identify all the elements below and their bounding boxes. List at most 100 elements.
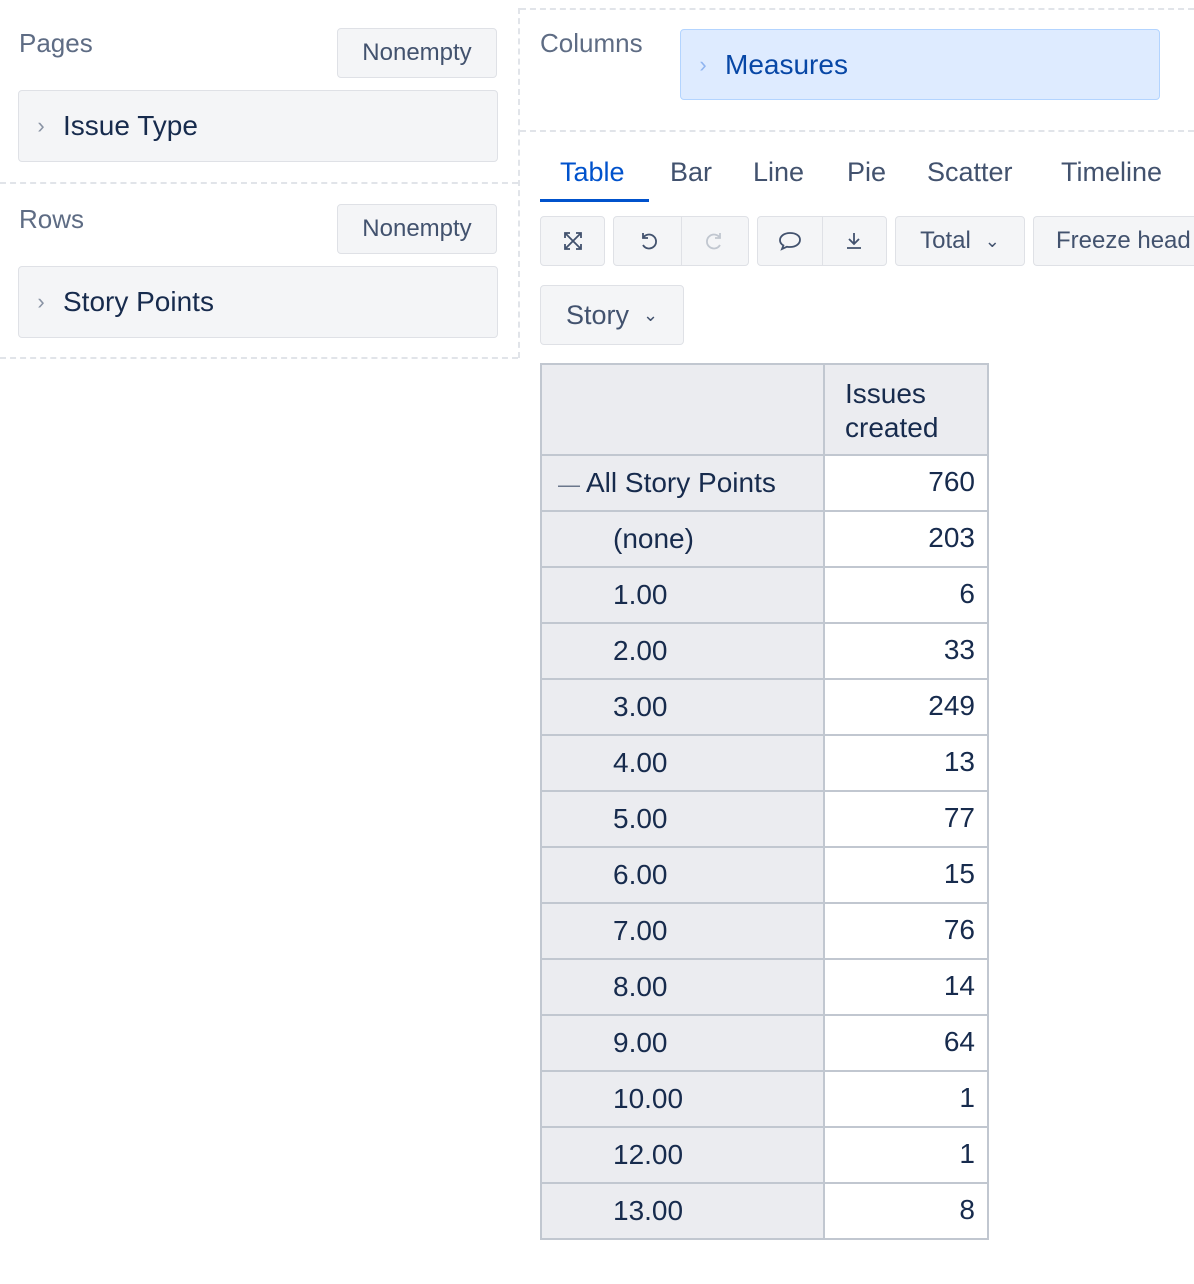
row-header[interactable]: 10.00 (540, 1070, 825, 1128)
row-label: 5.00 (613, 803, 668, 834)
column-header-issues-created[interactable]: Issues created (823, 363, 989, 456)
row-header[interactable]: 12.00 (540, 1126, 825, 1184)
freeze-header-button[interactable]: Freeze head (1033, 216, 1194, 266)
dimension-label: Story Points (63, 286, 214, 317)
total-label: Total (920, 227, 971, 254)
chevron-right-icon: › (37, 289, 45, 314)
table-row: 6.00 15 (540, 846, 989, 904)
row-header[interactable]: 3.00 (540, 678, 825, 736)
tab-table[interactable]: Table (540, 150, 649, 202)
chevron-right-icon: › (37, 113, 45, 138)
row-label: 8.00 (613, 971, 668, 1002)
row-label: 4.00 (613, 747, 668, 778)
chevron-down-icon: ⌄ (642, 304, 659, 325)
row-label: All Story Points (586, 467, 776, 498)
tab-timeline[interactable]: Timeline (1041, 150, 1182, 202)
divider (0, 357, 518, 359)
row-header[interactable]: 9.00 (540, 1014, 825, 1072)
value-cell[interactable]: 249 (823, 678, 989, 736)
table-row: — All Story Points 760 (540, 454, 989, 512)
row-label: 6.00 (613, 859, 668, 890)
total-dropdown[interactable]: Total ⌄ (895, 216, 1025, 266)
row-header[interactable]: 2.00 (540, 622, 825, 680)
table-row: 4.00 13 (540, 734, 989, 792)
divider (518, 8, 520, 358)
pages-label: Pages (19, 28, 93, 58)
comment-button[interactable] (758, 217, 822, 265)
report-table: Issues created — All Story Points 760 (none… (540, 363, 989, 1240)
row-header[interactable]: — All Story Points (540, 454, 825, 512)
freeze-label: Freeze head (1056, 227, 1191, 254)
value-cell[interactable]: 64 (823, 1014, 989, 1072)
rows-label: Rows (19, 204, 85, 234)
download-button[interactable] (821, 217, 887, 265)
table-row: 5.00 77 (540, 790, 989, 848)
value-cell[interactable]: 33 (823, 622, 989, 680)
redo-button[interactable] (680, 217, 748, 265)
story-dropdown[interactable]: Story ⌄ (540, 285, 684, 345)
value-cell[interactable]: 1 (823, 1070, 989, 1128)
table-body: — All Story Points 760 (none) 203 1.00 6 2.00 33… (540, 454, 989, 1240)
value-cell[interactable]: 203 (823, 510, 989, 568)
tab-bar[interactable]: Bar (650, 150, 732, 202)
dimension-label: Issue Type (63, 110, 198, 141)
fullscreen-icon (563, 232, 582, 250)
row-label: 2.00 (613, 635, 668, 666)
pages-dimension-issue-type[interactable]: › Issue Type (18, 90, 498, 162)
dimension-label: Measures (725, 48, 848, 80)
tab-pie[interactable]: Pie (827, 150, 906, 202)
row-header[interactable]: (none) (540, 510, 825, 568)
pages-nonempty-button[interactable]: Nonempty (337, 28, 497, 78)
value-cell[interactable]: 1 (823, 1126, 989, 1184)
row-label: 12.00 (613, 1139, 684, 1170)
table-row: 8.00 14 (540, 958, 989, 1016)
rows-dimension-story-points[interactable]: › Story Points (18, 266, 498, 338)
fullscreen-button[interactable] (540, 216, 605, 266)
history-group (613, 216, 749, 266)
table-row: 1.00 6 (540, 566, 989, 624)
row-header[interactable]: 6.00 (540, 846, 825, 904)
row-label: 7.00 (613, 915, 668, 946)
tab-line[interactable]: Line (733, 150, 824, 202)
value-cell[interactable]: 77 (823, 790, 989, 848)
table-row: 9.00 64 (540, 1014, 989, 1072)
row-label: (none) (613, 523, 694, 554)
value-cell[interactable]: 6 (823, 566, 989, 624)
row-label: 10.00 (613, 1083, 684, 1114)
table-row: 2.00 33 (540, 622, 989, 680)
table-row: (none) 203 (540, 510, 989, 568)
value-cell[interactable]: 14 (823, 958, 989, 1016)
row-label: 9.00 (613, 1027, 668, 1058)
corner-header (540, 363, 825, 456)
value-cell[interactable]: 15 (823, 846, 989, 904)
value-cell[interactable]: 76 (823, 902, 989, 960)
tab-scatter[interactable]: Scatter (907, 150, 1033, 202)
table-row: 3.00 249 (540, 678, 989, 736)
table-row: 13.00 8 (540, 1182, 989, 1240)
row-header[interactable]: 4.00 (540, 734, 825, 792)
actions-group (757, 216, 887, 266)
row-header[interactable]: 5.00 (540, 790, 825, 848)
collapse-icon[interactable]: — (558, 472, 580, 497)
value-cell[interactable]: 8 (823, 1182, 989, 1240)
chevron-down-icon: ⌄ (984, 230, 1000, 251)
divider (520, 130, 1194, 132)
value-cell[interactable]: 760 (823, 454, 989, 512)
table-row: 10.00 1 (540, 1070, 989, 1128)
comment-icon (778, 232, 801, 251)
divider (520, 8, 1194, 10)
undo-button[interactable] (615, 217, 681, 265)
table-row: 12.00 1 (540, 1126, 989, 1184)
divider (0, 182, 518, 184)
row-label: 3.00 (613, 691, 668, 722)
undo-icon (641, 233, 657, 250)
row-header[interactable]: 8.00 (540, 958, 825, 1016)
rows-nonempty-button[interactable]: Nonempty (337, 204, 497, 254)
download-icon (847, 233, 862, 249)
story-label: Story (565, 299, 629, 330)
value-cell[interactable]: 13 (823, 734, 989, 792)
row-header[interactable]: 7.00 (540, 902, 825, 960)
row-header[interactable]: 13.00 (540, 1182, 825, 1240)
columns-dimension-measures[interactable]: › Measures (680, 29, 1160, 100)
row-header[interactable]: 1.00 (540, 566, 825, 624)
